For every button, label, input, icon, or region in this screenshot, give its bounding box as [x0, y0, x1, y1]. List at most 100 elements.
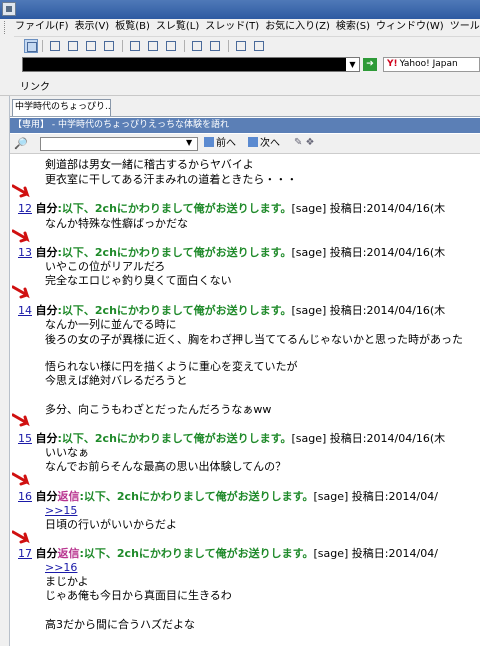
- post-number-link[interactable]: 16: [18, 490, 32, 503]
- address-dropdown-icon[interactable]: ▼: [346, 58, 359, 71]
- highlight-icon[interactable]: ✎ ❖: [294, 137, 315, 148]
- reply-mark: 返信: [57, 490, 80, 503]
- app-icon[interactable]: [2, 2, 16, 16]
- reply-anchor-link[interactable]: >>16: [45, 561, 77, 575]
- find-bar: 🔎 ▼ 前へ 次へ ✎ ❖: [10, 134, 480, 154]
- menu-window[interactable]: ウィンドウ(W): [373, 19, 447, 35]
- board-tree-icon[interactable]: [24, 39, 38, 53]
- post-line: まじかよ: [45, 575, 89, 588]
- message-icon[interactable]: [190, 39, 204, 53]
- layout-3-icon[interactable]: [84, 39, 98, 53]
- post-header-16: 16 自分返信:以下、2chにかわりまして俺がお送りします。[sage] 投稿日…: [18, 490, 438, 504]
- left-pane-edge: [0, 96, 10, 646]
- refresh-icon[interactable]: [146, 39, 160, 53]
- web-search-box[interactable]: Y! Yahoo! Japan: [383, 57, 480, 72]
- menu-favorites[interactable]: お気に入り(Z): [262, 19, 333, 35]
- post-header-17: 17 自分返信:以下、2chにかわりまして俺がお送りします。[sage] 投稿日…: [18, 547, 438, 561]
- title-bar: [0, 0, 480, 19]
- menu-view[interactable]: 表示(V): [72, 19, 113, 35]
- red-arrow-icon: [12, 229, 30, 243]
- red-arrow-icon: [12, 472, 30, 486]
- red-arrow-icon: [12, 413, 30, 427]
- find-next-label: 次へ: [260, 138, 280, 149]
- up-arrow-icon: [204, 137, 214, 147]
- go-button[interactable]: ➔: [363, 58, 377, 71]
- post-line: 完全なエロじゃ釣り臭くて面白くない: [45, 274, 232, 287]
- post-meta: [sage] 投稿日:2014/04/: [313, 547, 438, 560]
- search-icon[interactable]: [208, 39, 222, 53]
- post-header-15: 15 自分:以下、2chにかわりまして俺がお送りします。[sage] 投稿日:2…: [18, 432, 445, 446]
- thread-title-bar: 【専用】 - 中学時代のちょっぴりえっちな体験を語れ: [10, 118, 480, 133]
- tab-bar: 中学時代のちょっぴり...: [0, 96, 480, 117]
- post-number-link[interactable]: 15: [18, 432, 32, 445]
- red-arrow-icon: [12, 530, 30, 544]
- post-number-link[interactable]: 12: [18, 202, 32, 215]
- self-mark: 自分: [35, 432, 58, 445]
- poster-name: :以下、2chにかわりまして俺がお送りします。: [57, 304, 292, 317]
- self-mark: 自分: [35, 304, 58, 317]
- post-line: いやこの位がリアルだろ: [45, 260, 166, 273]
- menu-bar: ファイル(F) 表示(V) 板覧(B) スレ覧(L) スレッド(T) お気に入り(Z) 検索…: [0, 19, 480, 37]
- settings-icon[interactable]: [234, 39, 248, 53]
- toolbar-separator: [184, 40, 185, 52]
- thread-content: 剣道部は男女一緒に稽古するからヤバイよ 更衣室に干してある汗まみれの道着ときたら…: [10, 154, 480, 646]
- help-icon[interactable]: [252, 39, 266, 53]
- poster-name: :以下、2chにかわりまして俺がお送りします。: [79, 547, 314, 560]
- post-line: 剣道部は男女一緒に稽古するからヤバイよ: [45, 158, 254, 171]
- menu-thread-list[interactable]: スレ覧(L): [153, 19, 202, 35]
- find-search-icon[interactable]: 🔎: [14, 137, 28, 150]
- copy-icon[interactable]: [164, 39, 178, 53]
- post-meta: [sage] 投稿日:2014/04/16(木: [291, 246, 446, 259]
- layout-2-icon[interactable]: [66, 39, 80, 53]
- menu-board-list[interactable]: 板覧(B): [112, 19, 153, 35]
- menu-thread[interactable]: スレッド(T): [202, 19, 262, 35]
- post-line: 後ろの女の子が異様に近く、胸をわざ押し当ててるんじゃないかと思った時があった: [45, 333, 463, 346]
- post-header-12: 12 自分:以下、2chにかわりまして俺がお送りします。[sage] 投稿日:2…: [18, 202, 445, 216]
- poster-name: :以下、2chにかわりまして俺がお送りします。: [57, 246, 292, 259]
- find-dropdown-icon[interactable]: ▼: [186, 138, 192, 147]
- menu-grip[interactable]: [4, 21, 8, 34]
- menu-file[interactable]: ファイル(F): [12, 19, 72, 35]
- post-line: 更衣室に干してある汗まみれの道着ときたら・・・: [45, 173, 298, 186]
- reply-mark: 返信: [57, 547, 80, 560]
- toolbar-separator: [42, 40, 43, 52]
- toolbar-separator: [228, 40, 229, 52]
- links-label[interactable]: リンク: [20, 78, 50, 93]
- address-input[interactable]: [22, 57, 360, 72]
- post-line: 多分、向こうもわざとだったんだろうなぁww: [45, 403, 272, 416]
- menu-search[interactable]: 検索(S): [333, 19, 373, 35]
- poster-name: :以下、2chにかわりまして俺がお送りします。: [57, 432, 292, 445]
- post-line: なんか特殊な性癖ばっかだな: [45, 217, 188, 230]
- post-line: 悟られない様に円を描くように重心を変えていたが: [45, 360, 298, 373]
- post-number-link[interactable]: 17: [18, 547, 32, 560]
- red-arrow-icon: [12, 285, 30, 299]
- toolbar-separator: [122, 40, 123, 52]
- layout-1-icon[interactable]: [48, 39, 62, 53]
- search-engine-label: Yahoo! Japan: [399, 59, 458, 69]
- post-meta: [sage] 投稿日:2014/04/16(木: [291, 304, 446, 317]
- reply-anchor-link[interactable]: >>15: [45, 504, 77, 518]
- post-line: なんか一列に並んでる時に: [45, 318, 177, 331]
- menu-tools[interactable]: ツール(O): [447, 19, 480, 35]
- post-line: じゃあ俺も今日から真面目に生きるわ: [45, 589, 232, 602]
- post-line: 高3だから間に合うハズだよな: [45, 618, 195, 631]
- red-arrow-icon: [12, 184, 30, 198]
- layout-4-icon[interactable]: [102, 39, 116, 53]
- post-number-link[interactable]: 14: [18, 304, 32, 317]
- find-prev-button[interactable]: 前へ: [204, 137, 236, 151]
- find-input[interactable]: [40, 137, 198, 151]
- post-meta: [sage] 投稿日:2014/04/16(木: [291, 202, 446, 215]
- post-number-link[interactable]: 13: [18, 246, 32, 259]
- down-arrow-icon: [248, 137, 258, 147]
- thread-tab[interactable]: 中学時代のちょっぴり...: [12, 99, 111, 116]
- post-header-14: 14 自分:以下、2chにかわりまして俺がお送りします。[sage] 投稿日:2…: [18, 304, 445, 318]
- self-mark: 自分: [35, 202, 58, 215]
- self-mark: 自分: [35, 246, 58, 259]
- compose-icon[interactable]: [128, 39, 142, 53]
- address-bar: ▼ ➔ Y! Yahoo! Japan: [0, 55, 480, 75]
- self-mark: 自分: [35, 490, 58, 503]
- poster-name: :以下、2chにかわりまして俺がお送りします。: [79, 490, 314, 503]
- poster-name: :以下、2chにかわりまして俺がお送りします。: [57, 202, 292, 215]
- yahoo-logo-icon: Y!: [387, 59, 398, 69]
- find-next-button[interactable]: 次へ: [248, 137, 280, 151]
